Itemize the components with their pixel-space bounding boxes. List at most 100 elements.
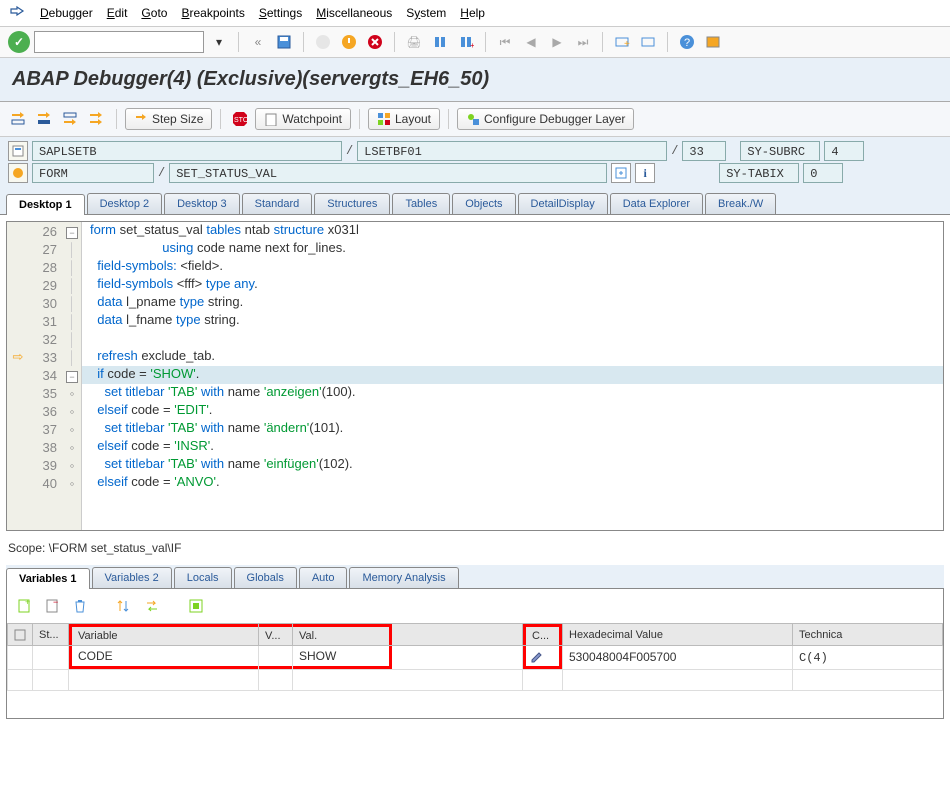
- variable-tabs: Variables 1Variables 2LocalsGlobalsAutoM…: [6, 565, 944, 589]
- line-field: 33: [682, 141, 726, 161]
- program-field: SAPLSETB: [32, 141, 342, 161]
- menu-edit[interactable]: Edit: [107, 6, 128, 20]
- col-tech-header[interactable]: Technica: [793, 624, 943, 646]
- var-exchange-icon[interactable]: [141, 595, 163, 617]
- variable-row-empty[interactable]: [8, 670, 943, 691]
- col-vtype-header[interactable]: V...: [259, 624, 293, 646]
- svg-text:+: +: [25, 598, 30, 607]
- var-tab-auto[interactable]: Auto: [299, 567, 348, 588]
- step-size-button[interactable]: Step Size: [125, 108, 212, 130]
- var-tab-memory-analysis[interactable]: Memory Analysis: [349, 567, 458, 588]
- scope-label: Scope: \FORM set_status_val\IF: [0, 537, 950, 559]
- program-icon[interactable]: [8, 141, 28, 161]
- desktop-tabs: Desktop 1Desktop 2Desktop 3StandardStruc…: [0, 189, 950, 215]
- sy-subrc-value: 4: [824, 141, 864, 161]
- back-icon[interactable]: [312, 31, 334, 53]
- find-next-icon[interactable]: +: [455, 31, 477, 53]
- tab-break-w[interactable]: Break./W: [705, 193, 776, 214]
- collapse-icon[interactable]: «: [247, 31, 269, 53]
- variable-toolbar: + −: [7, 589, 943, 623]
- menubar: Debugger Edit Goto Breakpoints Settings …: [0, 0, 950, 27]
- sy-tabix-value: 0: [803, 163, 843, 183]
- last-page-icon[interactable]: ⏭: [572, 31, 594, 53]
- svg-text:+: +: [624, 39, 630, 50]
- col-hex-header[interactable]: Hexadecimal Value: [563, 624, 793, 646]
- new-session-icon[interactable]: +: [611, 31, 633, 53]
- save-icon[interactable]: [273, 31, 295, 53]
- first-page-icon[interactable]: ⏮: [494, 31, 516, 53]
- step-out-icon[interactable]: [60, 108, 82, 130]
- var-tab-locals[interactable]: Locals: [174, 567, 232, 588]
- col-status-header[interactable]: St...: [33, 624, 69, 646]
- title-bar: ABAP Debugger(4) (Exclusive)(servergts_E…: [0, 58, 950, 102]
- step-over-icon[interactable]: [34, 108, 56, 130]
- svg-text:+: +: [470, 41, 474, 50]
- svg-text:STOP: STOP: [234, 117, 249, 124]
- var-insert-icon[interactable]: +: [13, 595, 35, 617]
- var-tab-globals[interactable]: Globals: [234, 567, 297, 588]
- tab-structures[interactable]: Structures: [314, 193, 390, 214]
- help-icon[interactable]: ?: [676, 31, 698, 53]
- svg-text:−: −: [53, 598, 58, 607]
- command-field[interactable]: [34, 31, 204, 53]
- tab-objects[interactable]: Objects: [452, 193, 515, 214]
- print-icon[interactable]: 🖨: [403, 31, 425, 53]
- col-value-header[interactable]: Val.: [293, 624, 523, 646]
- variable-table: St... Variable V... Val. C... Hexadecima…: [7, 623, 943, 691]
- col-change-header[interactable]: C...: [523, 624, 563, 646]
- svg-text:?: ?: [684, 37, 690, 49]
- menu-miscellaneous[interactable]: Miscellaneous: [316, 6, 392, 20]
- configure-layer-button[interactable]: Configure Debugger Layer: [457, 108, 634, 130]
- enter-icon[interactable]: ✓: [8, 31, 30, 53]
- var-tab-variables-1[interactable]: Variables 1: [6, 568, 90, 589]
- hex-value-cell: 530048004F005700: [563, 646, 793, 670]
- menu-system[interactable]: System: [406, 6, 446, 20]
- var-sort-icon[interactable]: [113, 595, 135, 617]
- menu-breakpoints[interactable]: Breakpoints: [181, 6, 244, 20]
- tab-standard[interactable]: Standard: [242, 193, 313, 214]
- continue-icon[interactable]: [86, 108, 108, 130]
- tab-data-explorer[interactable]: Data Explorer: [610, 193, 703, 214]
- tab-desktop-3[interactable]: Desktop 3: [164, 193, 240, 214]
- layout-button[interactable]: Layout: [368, 108, 440, 130]
- info-icon[interactable]: i: [635, 163, 655, 183]
- menu-goto[interactable]: Goto: [141, 6, 167, 20]
- exit-icon[interactable]: [338, 31, 360, 53]
- shortcut-icon[interactable]: [637, 31, 659, 53]
- variable-panel: + − St... Variable V... Val.: [6, 589, 944, 719]
- col-variable-header[interactable]: Variable: [69, 624, 259, 646]
- var-tab-variables-2[interactable]: Variables 2: [92, 567, 172, 588]
- sy-subrc-label: SY-SUBRC: [740, 141, 820, 161]
- event-icon[interactable]: [8, 163, 28, 183]
- col-select-header[interactable]: [8, 624, 33, 646]
- find-icon[interactable]: [429, 31, 451, 53]
- tab-tables[interactable]: Tables: [392, 193, 450, 214]
- source-code-editor[interactable]: 26−27│28│29│30│31│32│⇨33│34−35◦36◦37◦38◦…: [6, 221, 944, 531]
- var-services-icon[interactable]: [185, 595, 207, 617]
- layout-settings-icon[interactable]: [702, 31, 724, 53]
- variable-value-cell[interactable]: SHOW: [293, 646, 392, 669]
- menu-debugger[interactable]: Debugger: [40, 6, 93, 20]
- app-menu-icon[interactable]: [8, 4, 26, 22]
- tab-desktop-1[interactable]: Desktop 1: [6, 194, 85, 215]
- tab-desktop-2[interactable]: Desktop 2: [87, 193, 163, 214]
- next-page-icon[interactable]: ▶: [546, 31, 568, 53]
- info-fields: SAPLSETB / LSETBF01 / 33 SY-SUBRC 4 FORM…: [0, 137, 950, 189]
- tab-detaildisplay[interactable]: DetailDisplay: [518, 193, 608, 214]
- stop-icon[interactable]: STOP: [229, 108, 251, 130]
- page-title: ABAP Debugger(4) (Exclusive)(servergts_E…: [12, 68, 938, 91]
- prev-page-icon[interactable]: ◀: [520, 31, 542, 53]
- variable-row[interactable]: CODE SHOW 530048004F005700 C(4): [8, 646, 943, 670]
- menu-settings[interactable]: Settings: [259, 6, 302, 20]
- var-trash-icon[interactable]: [69, 595, 91, 617]
- variable-name-cell[interactable]: CODE: [69, 646, 258, 669]
- debugger-toolbar: Step Size STOP Watchpoint Layout Configu…: [0, 102, 950, 137]
- step-into-icon[interactable]: [8, 108, 30, 130]
- watchpoint-button[interactable]: Watchpoint: [255, 108, 351, 130]
- change-value-icon[interactable]: [523, 646, 562, 669]
- var-delete-icon[interactable]: −: [41, 595, 63, 617]
- menu-help[interactable]: Help: [460, 6, 485, 20]
- dropdown-icon[interactable]: ▾: [208, 31, 230, 53]
- nav-icon[interactable]: [611, 163, 631, 183]
- cancel-icon[interactable]: [364, 31, 386, 53]
